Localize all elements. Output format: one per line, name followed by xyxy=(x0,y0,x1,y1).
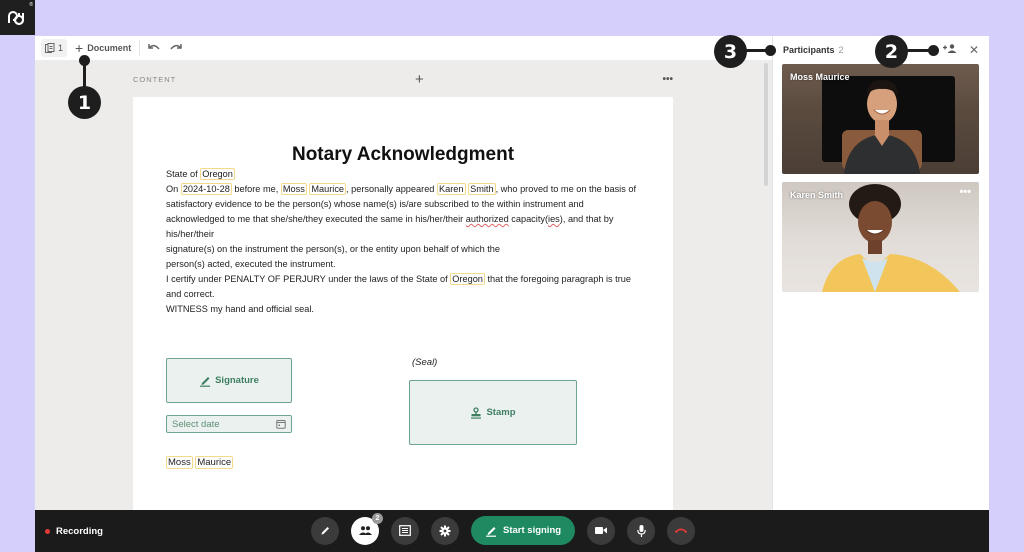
list-icon xyxy=(399,525,411,536)
recording-dot-icon xyxy=(45,528,50,534)
recording-label: Recording xyxy=(56,525,103,537)
stamp-icon xyxy=(471,406,482,419)
callout-3-badge: 3 xyxy=(714,35,747,68)
text: capacity( xyxy=(508,214,549,224)
redo-icon[interactable] xyxy=(170,42,182,54)
document-scrollbar[interactable] xyxy=(764,63,768,186)
document-toolbar: 1 + Document xyxy=(35,36,772,60)
participants-title: Participants xyxy=(783,45,835,55)
signature-field[interactable]: Signature xyxy=(166,358,292,403)
call-controls: 2 Start signing xyxy=(311,512,696,545)
start-signing-label: Start signing xyxy=(503,525,562,536)
logo-icon xyxy=(7,10,24,25)
spellcheck-word: authorized xyxy=(465,214,509,224)
settings-button[interactable] xyxy=(431,516,459,545)
participant-photo xyxy=(822,184,960,292)
participants-count: 2 xyxy=(838,45,844,55)
signer-first-name-field[interactable]: Moss xyxy=(166,456,193,469)
close-icon[interactable]: ✕ xyxy=(969,43,979,57)
content-bar: CONTENT + ••• xyxy=(133,60,673,98)
participant-photo xyxy=(842,80,922,174)
participants-panel: Participants 2 ✕ Moss Maurice Karen Smit… xyxy=(772,36,989,510)
participant-name: Karen Smith xyxy=(790,190,844,200)
seal-label: (Seal) xyxy=(412,357,438,368)
spellcheck-word: ies xyxy=(548,214,560,224)
signer-last-name-field[interactable]: Smith xyxy=(468,183,496,195)
text: person(s) acted, executed the instrument… xyxy=(166,259,336,269)
edit-button[interactable] xyxy=(311,516,339,545)
callout-3-anchor xyxy=(765,45,776,56)
participant-video-tile[interactable]: Moss Maurice xyxy=(782,64,979,174)
callout-3-line xyxy=(745,49,767,52)
participants-badge: 2 xyxy=(372,512,383,524)
signature-label: Signature xyxy=(215,375,259,386)
notary-first-name-field[interactable]: Moss xyxy=(280,183,307,195)
content-list-button[interactable] xyxy=(391,516,419,545)
plus-icon: + xyxy=(75,40,84,56)
pen-icon xyxy=(486,526,496,537)
pen-icon xyxy=(200,376,211,387)
text: On xyxy=(166,184,181,194)
video-camera-icon xyxy=(595,527,608,534)
people-icon xyxy=(358,526,372,535)
undo-icon[interactable] xyxy=(148,42,160,54)
toolbar-divider xyxy=(139,40,141,56)
callout-1-badge: 1 xyxy=(68,86,101,119)
pages-count: 1 xyxy=(58,43,64,53)
registered-mark: ® xyxy=(29,2,33,8)
text: signature(s) on the instrument the perso… xyxy=(166,244,500,254)
pages-button[interactable]: 1 xyxy=(41,39,68,57)
microphone-button[interactable] xyxy=(627,516,656,545)
participant-menu-icon[interactable]: ••• xyxy=(959,186,971,198)
select-date-field[interactable]: Select date xyxy=(166,415,292,433)
recording-indicator: Recording xyxy=(45,526,103,537)
participant-name: Moss Maurice xyxy=(790,72,850,82)
text: , personally appeared xyxy=(346,184,437,194)
stamp-label: Stamp xyxy=(486,407,516,418)
notary-last-name-field[interactable]: Maurice xyxy=(309,183,347,195)
participants-button[interactable]: 2 xyxy=(351,512,383,545)
signer-name: Moss Maurice xyxy=(166,455,234,470)
add-block-icon[interactable]: + xyxy=(415,71,424,88)
signer-first-name-field[interactable]: Karen xyxy=(436,183,466,195)
add-document-button[interactable]: + Document xyxy=(75,41,131,55)
state-prefix: State of xyxy=(166,169,201,179)
start-signing-button[interactable]: Start signing xyxy=(471,516,576,545)
pages-icon xyxy=(45,42,55,53)
participant-video-tile[interactable]: Karen Smith ••• xyxy=(782,182,979,292)
camera-button[interactable] xyxy=(587,516,616,545)
text: I certify under PENALTY OF PERJURY under… xyxy=(166,274,451,284)
add-document-label: Document xyxy=(87,43,132,53)
end-call-button[interactable] xyxy=(667,516,696,545)
more-options-icon[interactable]: ••• xyxy=(662,74,673,85)
certification-paragraph: I certify under PENALTY OF PERJURY under… xyxy=(166,272,640,302)
app-window: 1 + Document CONTENT + ••• Notary Acknow… xyxy=(35,36,989,552)
content-label: CONTENT xyxy=(133,74,177,84)
state-field[interactable]: Oregon xyxy=(450,273,485,285)
signer-last-name-field[interactable]: Maurice xyxy=(195,456,234,469)
pencil-icon xyxy=(321,527,329,535)
witness-line: WITNESS my hand and official seal. xyxy=(166,304,314,314)
pandadoc-logo: ® xyxy=(0,0,35,35)
document-title: Notary Acknowledgment xyxy=(291,144,515,165)
add-participant-icon[interactable] xyxy=(942,44,957,56)
state-field[interactable]: Oregon xyxy=(200,168,235,180)
callout-2-badge: 2 xyxy=(875,35,908,68)
document-page: Notary Acknowledgment State of Oregon On… xyxy=(133,97,673,517)
hang-up-icon xyxy=(674,528,688,533)
date-placeholder: Select date xyxy=(172,418,220,430)
text: before me, xyxy=(231,184,281,194)
callout-1-line xyxy=(83,62,86,88)
date-field[interactable]: 2024-10-28 xyxy=(180,183,232,195)
call-control-bar: Recording 2 Start signing xyxy=(35,510,989,552)
stamp-field[interactable]: Stamp xyxy=(409,380,577,445)
gear-icon xyxy=(439,525,451,536)
calendar-icon xyxy=(276,420,286,429)
callout-2-anchor xyxy=(928,45,939,56)
microphone-icon xyxy=(636,524,646,537)
acknowledgment-paragraph: On 2024-10-28 before me, Moss Maurice, p… xyxy=(166,182,640,272)
document-canvas: CONTENT + ••• Notary Acknowledgment Stat… xyxy=(35,60,772,517)
state-line: State of Oregon xyxy=(166,167,640,182)
